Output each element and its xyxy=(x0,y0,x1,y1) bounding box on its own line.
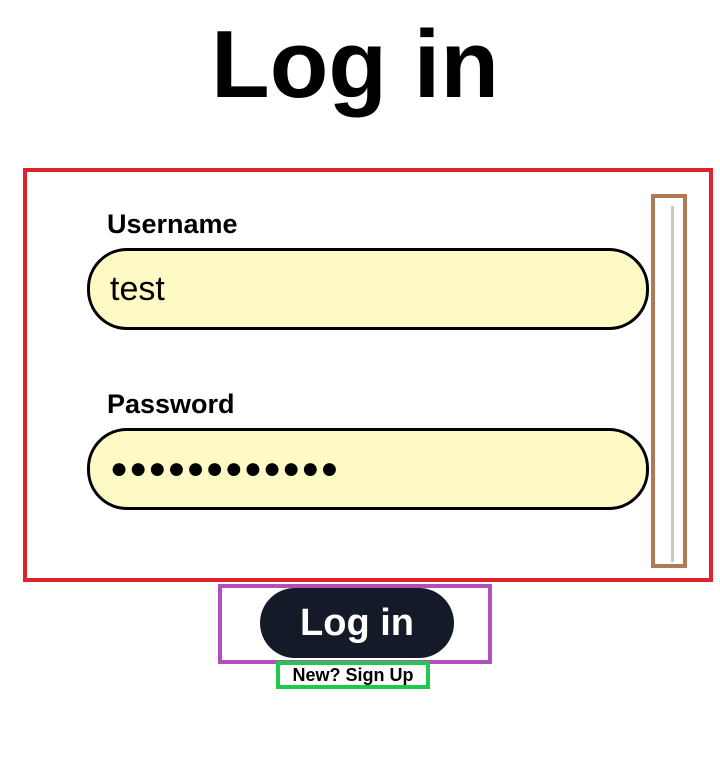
signup-container: New? Sign Up xyxy=(276,661,430,689)
scrollbar-track xyxy=(671,206,674,562)
scrollbar[interactable] xyxy=(651,194,687,568)
username-label: Username xyxy=(107,209,238,239)
signup-link[interactable]: New? Sign Up xyxy=(293,665,414,685)
page-title: Log in xyxy=(211,11,499,118)
username-input[interactable] xyxy=(87,248,649,330)
login-button-container: Log in xyxy=(218,584,492,664)
login-form: Username Password xyxy=(23,168,713,582)
password-input[interactable] xyxy=(87,428,649,510)
password-label: Password xyxy=(107,389,235,419)
login-button[interactable]: Log in xyxy=(260,588,454,658)
